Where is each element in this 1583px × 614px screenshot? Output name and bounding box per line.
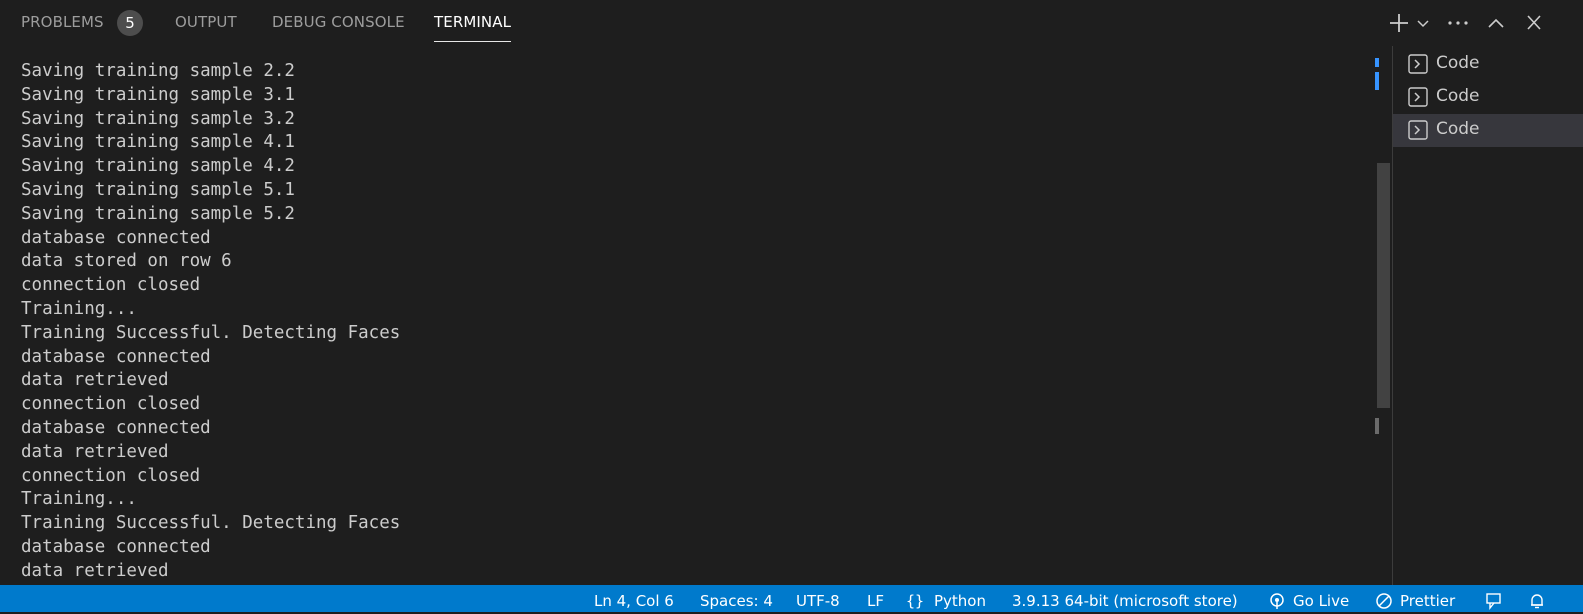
- terminal-line: Saving training sample 5.1: [21, 179, 295, 200]
- terminal-line: Training...: [21, 298, 137, 319]
- terminal-list-item-label: Code: [1436, 53, 1480, 73]
- cursor-position[interactable]: Ln 4, Col 6: [594, 591, 674, 611]
- terminal-list-item[interactable]: Code: [1393, 81, 1583, 114]
- tab-output-label: OUTPUT: [175, 13, 237, 31]
- tab-debug-console-label: DEBUG CONSOLE: [272, 13, 405, 31]
- indentation-setting[interactable]: Spaces: 4: [700, 591, 773, 611]
- terminal-line: connection closed: [21, 394, 201, 415]
- terminal-line: data retrieved: [21, 441, 169, 462]
- terminal-line: Saving training sample 3.2: [21, 108, 295, 129]
- terminal-list-item[interactable]: Code: [1393, 114, 1583, 147]
- terminal-line: database connected: [21, 227, 211, 248]
- feedback-icon[interactable]: [1484, 592, 1504, 614]
- language-mode[interactable]: Python: [934, 591, 986, 611]
- plus-icon[interactable]: [1387, 10, 1411, 36]
- scroll-marker: [1375, 58, 1379, 67]
- terminal-list-item-label: Code: [1436, 119, 1480, 139]
- tab-debug-console[interactable]: DEBUG CONSOLE: [272, 13, 405, 35]
- terminal-icon: [1408, 54, 1428, 74]
- broadcast-icon: [1268, 592, 1286, 614]
- tab-terminal-label: TERMINAL: [434, 13, 512, 31]
- terminal-scrollbar-thumb[interactable]: [1377, 163, 1390, 408]
- chevron-down-icon[interactable]: [1416, 10, 1430, 36]
- prohibited-icon: [1375, 592, 1393, 614]
- tab-problems-label: PROBLEMS: [21, 13, 104, 31]
- terminal-line: Saving training sample 3.1: [21, 84, 295, 105]
- terminal-list-item[interactable]: Code: [1393, 48, 1583, 81]
- ellipsis-icon[interactable]: [1447, 10, 1469, 36]
- status-bar: Ln 4, Col 6 Spaces: 4 UTF-8 LF {} Python…: [0, 585, 1583, 612]
- terminal-line: Training...: [21, 489, 137, 510]
- braces-icon: {}: [906, 592, 926, 614]
- terminal-line: Saving training sample 4.1: [21, 132, 295, 153]
- scroll-marker: [1375, 72, 1379, 90]
- terminal-list-item-label: Code: [1436, 86, 1480, 106]
- encoding-setting[interactable]: UTF-8: [796, 591, 840, 611]
- chevron-up-icon[interactable]: [1486, 10, 1506, 36]
- python-interpreter[interactable]: 3.9.13 64-bit (microsoft store): [1012, 591, 1238, 611]
- terminal-icon: [1408, 87, 1428, 107]
- tab-output[interactable]: OUTPUT: [175, 13, 237, 35]
- eol-setting[interactable]: LF: [867, 591, 884, 611]
- go-live-button[interactable]: Go Live: [1293, 591, 1349, 611]
- terminal-line: database connected: [21, 346, 211, 367]
- terminal-panel: PROBLEMS 5 OUTPUT DEBUG CONSOLE TERMINAL…: [0, 0, 1583, 590]
- terminal-line: Saving training sample 5.2: [21, 203, 295, 224]
- terminal-line: connection closed: [21, 465, 201, 486]
- terminal-line: Training Successful. Detecting Faces: [21, 322, 401, 343]
- terminal-line: database connected: [21, 536, 211, 557]
- terminal-line: connection closed: [21, 275, 201, 296]
- tab-terminal[interactable]: TERMINAL: [434, 13, 512, 42]
- panel-tab-bar: PROBLEMS 5 OUTPUT DEBUG CONSOLE TERMINAL: [0, 0, 1583, 46]
- close-icon[interactable]: [1524, 10, 1544, 36]
- scroll-marker: [1375, 418, 1379, 434]
- terminal-line: data stored on row 6: [21, 251, 232, 272]
- terminal-line: data retrieved: [21, 370, 169, 391]
- problems-count-badge: 5: [117, 10, 143, 36]
- terminal-line: data retrieved: [21, 560, 169, 581]
- terminal-line: database connected: [21, 417, 211, 438]
- terminal-list: Code Code Code: [1393, 48, 1583, 147]
- terminal-output[interactable]: Saving training sample 2.2 Saving trainin…: [21, 60, 1361, 582]
- terminal-line: Training Successful. Detecting Faces: [21, 513, 401, 534]
- bell-icon[interactable]: [1528, 592, 1546, 614]
- terminal-icon: [1408, 120, 1428, 140]
- tab-problems[interactable]: PROBLEMS: [21, 13, 104, 35]
- terminal-line: Saving training sample 2.2: [21, 61, 295, 81]
- prettier-button[interactable]: Prettier: [1400, 591, 1455, 611]
- terminal-line: Saving training sample 4.2: [21, 156, 295, 177]
- svg-text:{}: {}: [906, 592, 924, 610]
